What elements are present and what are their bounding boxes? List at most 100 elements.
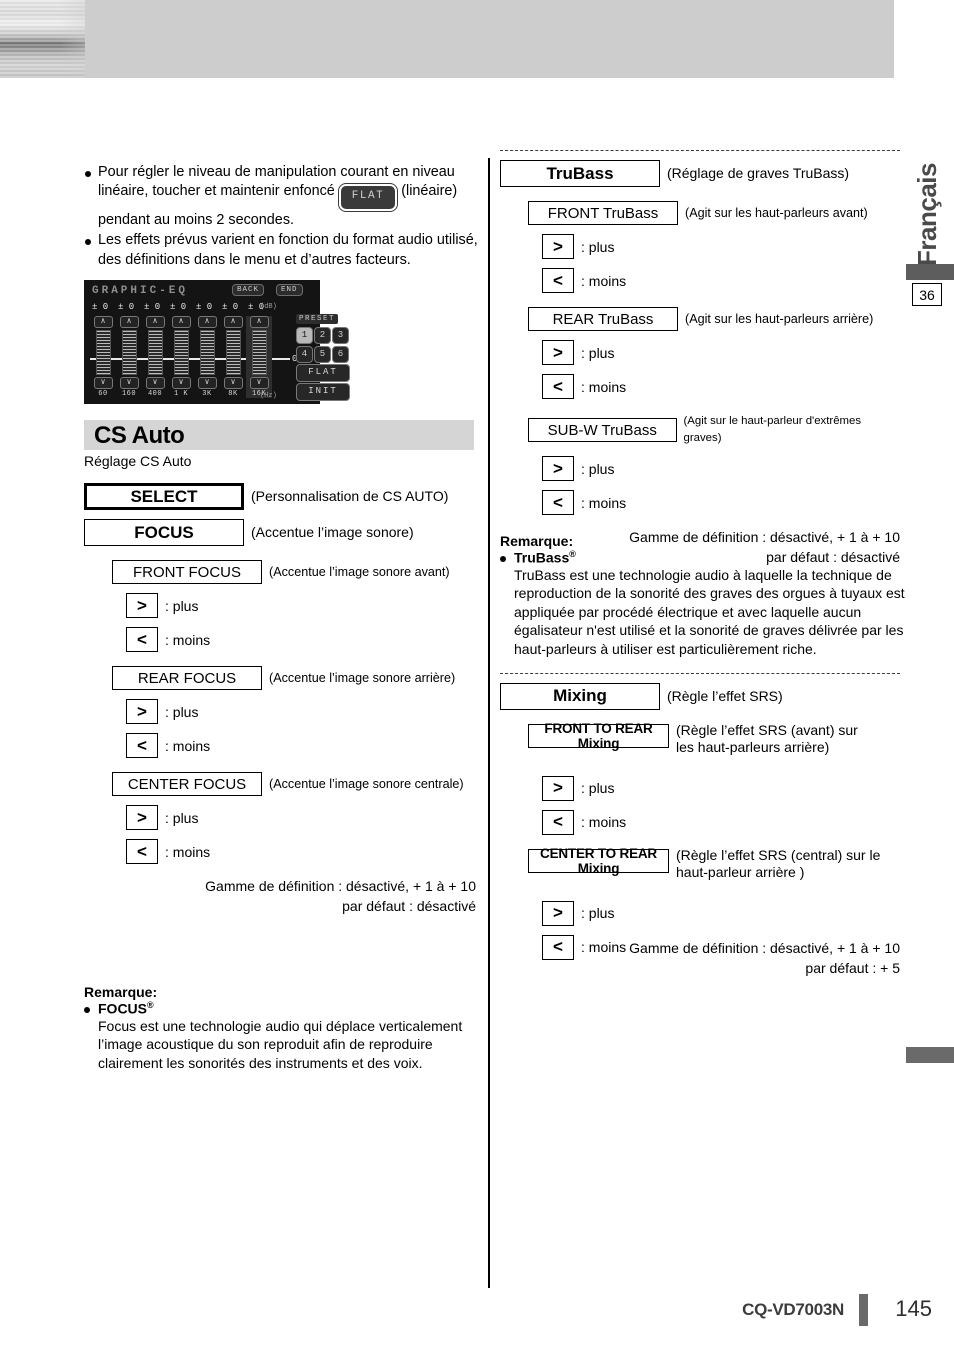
plus-arrow-icon[interactable]: > [542,900,574,926]
eq-up-arrow-icon[interactable]: ∧ [223,316,243,329]
eq-band[interactable]: ∧ ∨ 400 [142,316,168,398]
eq-preset-4-button[interactable]: 4 [296,346,313,364]
eq-frequency-label: 160 [121,390,137,399]
minus-arrow-icon[interactable]: < [126,839,158,865]
rear-focus-button[interactable]: REAR FOCUS [112,666,262,691]
front-trubass-row: FRONT TruBass (Agit sur les haut-parleur… [528,201,900,225]
eq-down-arrow-icon[interactable]: ∨ [223,376,243,390]
front-to-rear-mixing-desc-line1: (Règle l’effet SRS (avant) sur [676,721,858,738]
eq-up-arrow-icon[interactable]: ∧ [197,316,217,329]
eq-up-arrow-icon[interactable]: ∧ [171,316,191,329]
plus-arrow-icon[interactable]: > [126,805,158,831]
eq-slider[interactable] [173,330,189,375]
list-item: Les effets prévus varient en fonction du… [84,231,484,270]
mixing-header-row: Mixing (Règle l’effet SRS) [500,682,900,710]
eq-slider[interactable] [225,330,241,375]
minus-arrow-icon[interactable]: < [542,374,574,399]
mixing-button[interactable]: Mixing [500,682,660,710]
center-to-rear-mixing-button[interactable]: CENTER TO REAR Mixing [528,846,669,876]
cs-auto-section-heading: CS Auto [84,420,474,451]
eq-down-arrow-icon[interactable]: ∨ [197,376,217,390]
front-trubass-button[interactable]: FRONT TruBass [528,201,678,225]
plus-arrow-icon[interactable]: > [542,234,574,259]
center-to-rear-mixing-desc-line2: haut-parleur arrière ) [676,863,805,880]
eq-preset-5-button[interactable]: 5 [314,346,331,364]
eq-down-arrow-icon[interactable]: ∨ [145,376,165,390]
eq-back-button[interactable]: BACK [232,284,265,297]
subw-trubass-button[interactable]: SUB-W TruBass [528,418,677,442]
front-focus-button[interactable]: FRONT FOCUS [112,560,262,585]
eq-init-button[interactable]: INIT [296,383,350,402]
eq-slider[interactable] [95,330,111,375]
eq-end-button[interactable]: END [276,284,303,297]
plus-arrow-icon[interactable]: > [126,699,158,725]
plus-arrow-icon[interactable]: > [542,340,574,365]
focus-note-title: Remarque: [84,984,158,1001]
plus-label: : plus [581,460,615,477]
plus-arrow-icon[interactable]: > [126,593,158,619]
eq-up-arrow-icon[interactable]: ∧ [145,316,165,329]
select-button[interactable]: SELECT [84,483,244,511]
rear-trubass-button[interactable]: REAR TruBass [528,307,678,331]
eq-db-value: ± 0 [170,302,187,313]
eq-slider[interactable] [199,330,215,375]
eq-preset-3-button[interactable]: 3 [332,327,349,345]
subw-trubass-plus-row: > : plus [542,456,900,481]
eq-down-arrow-icon[interactable]: ∨ [249,376,269,390]
front-focus-minus-row: < : moins [126,627,484,653]
plus-label: : plus [165,597,199,614]
front-trubass-minus-row: < : moins [542,268,900,293]
minus-arrow-icon[interactable]: < [126,627,158,653]
header-photo-fade [60,0,130,78]
center-focus-button[interactable]: CENTER FOCUS [112,772,262,797]
trubass-note-term-text: TruBass [514,549,570,566]
cs-auto-range-line1: Gamme de définition : désactivé, + 1 à +… [205,878,476,895]
eq-preset-1-button[interactable]: 1 [296,327,313,345]
eq-band[interactable]: ∧ ∨ 8K [220,316,246,398]
eq-band[interactable]: ∧ ∨ 60 [90,316,116,398]
minus-label: : moins [165,843,211,860]
trubass-top-separator [500,150,900,151]
front-to-rear-mixing-plus-row: > : plus [542,775,900,801]
page-title: CS Auto [94,422,185,450]
subw-trubass-row: SUB-W TruBass (Agit sur le haut-parleur … [528,413,900,447]
minus-arrow-icon[interactable]: < [126,733,158,759]
plus-label: : plus [165,703,199,720]
eq-db-unit-label: (dB) [260,303,277,312]
eq-down-arrow-icon[interactable]: ∨ [119,376,139,390]
eq-band[interactable]: ∧ ∨ 3K [194,316,220,398]
minus-arrow-icon[interactable]: < [542,490,574,515]
eq-slider[interactable] [147,330,163,375]
margin-tab-block-top [906,264,954,280]
eq-up-arrow-icon[interactable]: ∧ [93,316,113,329]
minus-arrow-icon[interactable]: < [542,809,574,835]
minus-arrow-icon[interactable]: < [542,934,574,960]
plus-arrow-icon[interactable]: > [542,775,574,801]
eq-band[interactable]: ∧ ∨ 160 [116,316,142,398]
trubass-note: Remarque: TruBass® TruBass est une techn… [500,533,905,659]
focus-note: Remarque: FOCUS® Focus est une technolog… [84,984,484,1072]
eq-preset-2-button[interactable]: 2 [314,327,331,345]
plus-arrow-icon[interactable]: > [542,456,574,481]
eq-flat-button[interactable]: FLAT [296,364,350,383]
column-divider [488,158,490,1288]
eq-slider[interactable] [251,330,267,375]
focus-button[interactable]: FOCUS [84,519,244,547]
center-to-rear-mixing-desc-line1: (Règle l’effet SRS (central) sur le [676,846,881,863]
focus-note-term: FOCUS® [84,1000,484,1017]
eq-up-arrow-icon[interactable]: ∧ [119,316,139,329]
center-focus-row: CENTER FOCUS (Accentue l’image sonore ce… [112,772,484,797]
minus-arrow-icon[interactable]: < [542,268,574,293]
minus-label: : moins [581,814,627,831]
page-footer: CQ-VD7003N 145 [0,1292,954,1326]
eq-down-arrow-icon[interactable]: ∨ [93,376,113,390]
eq-up-arrow-icon[interactable]: ∧ [249,316,269,329]
eq-slider[interactable] [121,330,137,375]
registered-mark-icon: ® [147,1000,154,1011]
front-to-rear-mixing-button[interactable]: FRONT TO REAR Mixing [528,721,669,751]
eq-preset-6-button[interactable]: 6 [332,346,349,364]
eq-band-selected[interactable]: ∧ ∨ 16K [246,316,272,399]
eq-down-arrow-icon[interactable]: ∨ [171,376,191,390]
eq-band[interactable]: ∧ ∨ 1 K [168,316,194,398]
trubass-button[interactable]: TruBass [500,160,660,187]
